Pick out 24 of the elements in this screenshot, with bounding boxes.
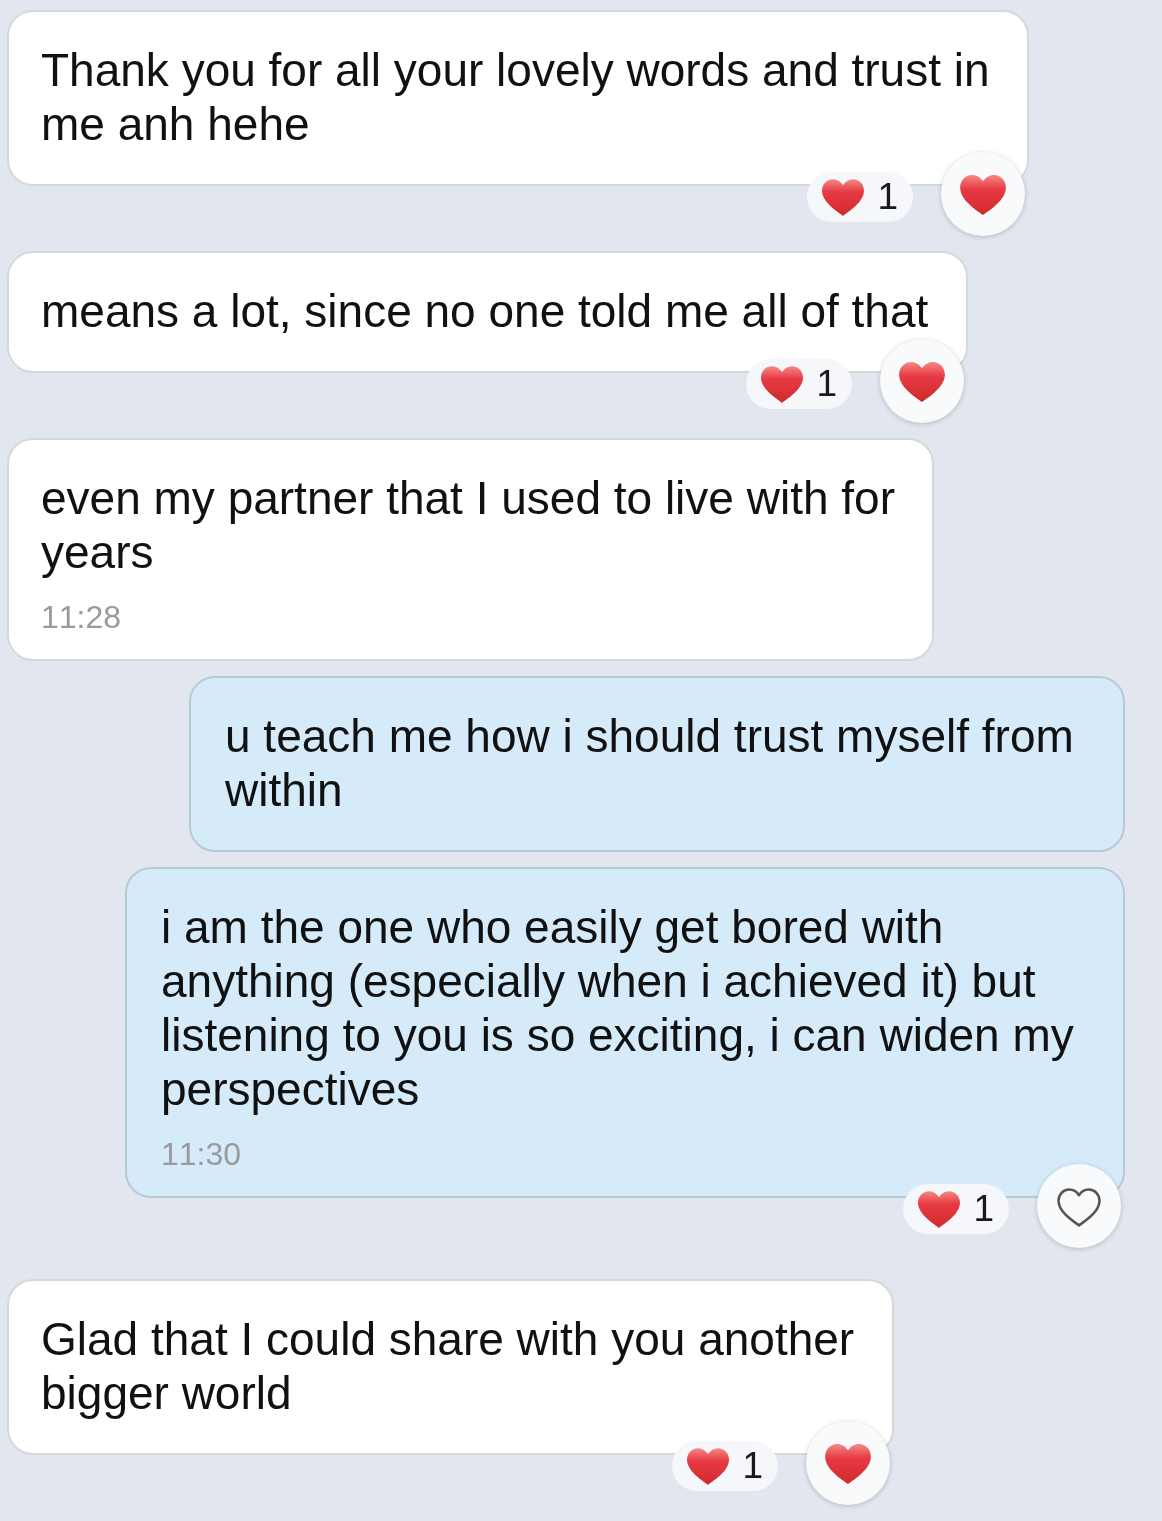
heart-icon (960, 175, 1006, 215)
message-text: Thank you for all your lovely words and trust in me anh hehe (41, 43, 991, 151)
react-button[interactable] (880, 339, 964, 423)
reaction-count: 1 (973, 1189, 994, 1229)
react-button[interactable] (806, 1421, 890, 1505)
heart-icon (825, 1444, 871, 1484)
message-text: u teach me how i should trust myself from within (225, 709, 1075, 817)
reaction-count: 1 (877, 177, 898, 217)
timestamp: 11:28 (41, 598, 122, 637)
message-text: even my partner that I used to live with for years (41, 471, 896, 579)
heart-icon (687, 1447, 730, 1485)
heart-icon (761, 365, 804, 403)
heart-outline-icon (1057, 1188, 1101, 1227)
message-text: Glad that I could share with you another bigger world (41, 1312, 856, 1420)
react-button[interactable] (1037, 1164, 1121, 1248)
heart-icon (899, 362, 945, 402)
reaction-count: 1 (816, 364, 837, 404)
react-button[interactable] (941, 152, 1025, 236)
message-text: means a lot, since no one told me all of that (41, 284, 930, 338)
heart-icon (822, 178, 865, 216)
message-text: i am the one who easily get bored with anything (especially when i achieved it) but listening to you is so exciting, i can widen my perspectives (161, 900, 1075, 1116)
reaction-count: 1 (742, 1446, 763, 1486)
heart-icon (918, 1190, 961, 1228)
timestamp: 11:30 (161, 1135, 242, 1174)
